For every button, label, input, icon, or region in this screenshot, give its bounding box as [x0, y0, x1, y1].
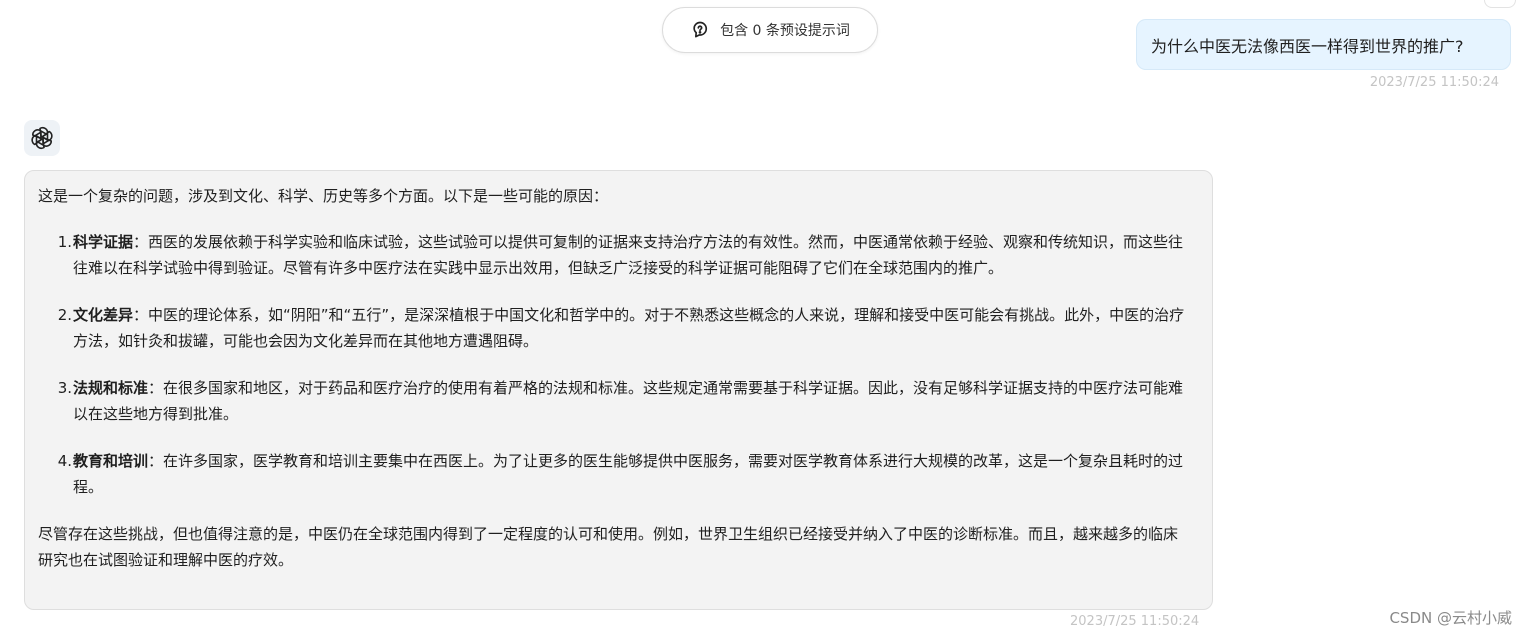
user-message-bubble: 为什么中医无法像西医一样得到世界的推广?	[1136, 19, 1511, 70]
prompt-bulb-icon	[690, 20, 710, 40]
assistant-intro: 这是一个复杂的问题，涉及到文化、科学、历史等多个方面。以下是一些可能的原因：	[38, 187, 609, 205]
preset-prompts-label: 包含 0 条预设提示词	[720, 23, 850, 39]
user-message-text: 为什么中医无法像西医一样得到世界的推广?	[1151, 36, 1464, 56]
list-item-text: ：西医的发展依赖于科学实验和临床试验，这些试验可以提供可复制的证据来支持治疗方法…	[73, 233, 1184, 277]
user-message-timestamp: 2023/7/25 11:50:24	[1369, 75, 1499, 90]
list-item-title: 教育和培训	[73, 452, 149, 470]
list-item: 1. 科学证据：西医的发展依赖于科学实验和临床试验，这些试验可以提供可复制的证据…	[38, 229, 1192, 281]
list-item-text: ：在许多国家，医学教育和培训主要集中在西医上。为了让更多的医生能够提供中医服务，…	[73, 452, 1184, 496]
preset-prompts-button[interactable]: 包含 0 条预设提示词	[662, 7, 878, 53]
list-item-number: 3.	[57, 379, 72, 397]
list-item-number: 4.	[57, 452, 72, 470]
list-item-title: 科学证据	[73, 233, 134, 251]
list-item-title: 法规和标准	[73, 379, 149, 397]
assistant-message-timestamp: 2023/7/25 11:50:24	[1070, 614, 1200, 629]
list-item: 2. 文化差异：中医的理论体系，如“阴阳”和“五行”，是深深植根于中国文化和哲学…	[38, 302, 1192, 354]
list-item-number: 1.	[57, 233, 72, 251]
list-item-number: 2.	[57, 306, 72, 324]
list-item: 4. 教育和培训：在许多国家，医学教育和培训主要集中在西医上。为了让更多的医生能…	[38, 448, 1192, 500]
watermark: CSDN @云村小威	[1389, 609, 1512, 627]
list-item-text: ：中医的理论体系，如“阴阳”和“五行”，是深深植根于中国文化和哲学中的。对于不熟…	[73, 306, 1185, 350]
list-item-body: 文化差异：中医的理论体系，如“阴阳”和“五行”，是深深植根于中国文化和哲学中的。…	[72, 302, 1192, 354]
list-item-body: 教育和培训：在许多国家，医学教育和培训主要集中在西医上。为了让更多的医生能够提供…	[72, 448, 1192, 500]
assistant-message-bubble: 这是一个复杂的问题，涉及到文化、科学、历史等多个方面。以下是一些可能的原因： 1…	[24, 170, 1213, 610]
openai-logo-icon	[24, 120, 60, 156]
assistant-conclusion: 尽管存在这些挑战，但也值得注意的是，中医仍在全球范围内得到了一定程度的认可和使用…	[38, 525, 1179, 569]
scroll-top-button[interactable]	[1484, 0, 1516, 8]
list-item-text: ：在很多国家和地区，对于药品和医疗治疗的使用有着严格的法规和标准。这些规定通常需…	[73, 379, 1184, 423]
list-item-body: 科学证据：西医的发展依赖于科学实验和临床试验，这些试验可以提供可复制的证据来支持…	[72, 229, 1192, 281]
list-item-body: 法规和标准：在很多国家和地区，对于药品和医疗治疗的使用有着严格的法规和标准。这些…	[72, 375, 1192, 427]
list-item: 3. 法规和标准：在很多国家和地区，对于药品和医疗治疗的使用有着严格的法规和标准…	[38, 375, 1192, 427]
list-item-title: 文化差异	[73, 306, 134, 324]
